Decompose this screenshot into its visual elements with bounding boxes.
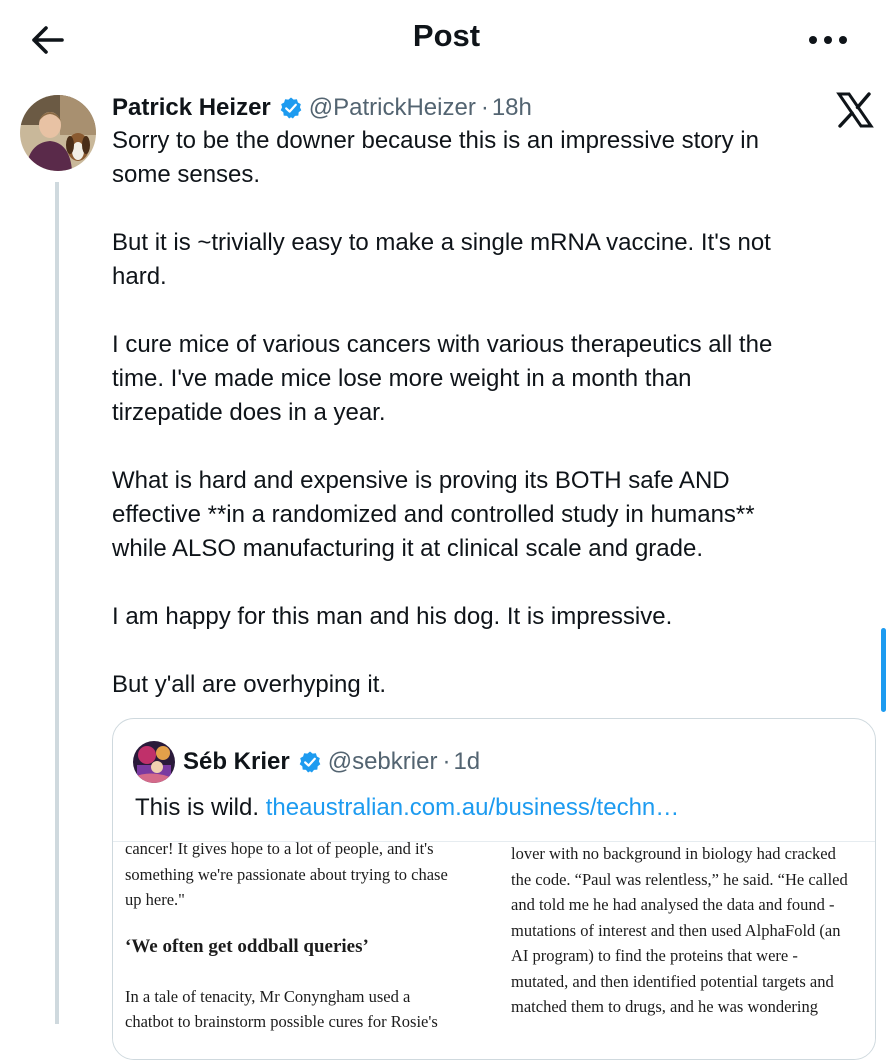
quoted-post-text: This is wild. theaustralian.com.au/busin…: [135, 791, 679, 825]
post-time[interactable]: 18h: [492, 94, 532, 122]
meta-separator: ·: [442, 748, 451, 775]
article-line: something we're passionate about trying …: [125, 864, 448, 884]
article-line: cancer! It gives hope to a lot of people…: [125, 841, 434, 858]
article-screenshot-image[interactable]: cancer! It gives hope to a lot of people…: [113, 841, 875, 1059]
article-column-right: lover with no background in biology had …: [511, 842, 863, 1020]
author-avatar[interactable]: [20, 95, 96, 171]
scrollbar-thumb[interactable]: [881, 628, 886, 712]
quoted-author-avatar[interactable]: [133, 741, 175, 783]
article-line: the code. “Paul was relentless,” he said…: [511, 869, 848, 889]
post-author-line: Patrick Heizer @PatrickHeizer · 18h: [112, 92, 532, 124]
article-line: mutations of interest and then used Alph…: [511, 920, 841, 940]
thread-line: [55, 182, 59, 1024]
article-line: AI program) to find the proteins that we…: [511, 946, 798, 965]
page-title: Post: [412, 18, 481, 53]
article-subheading: ‘We often get oddball queries’: [125, 935, 369, 957]
post-paragraph: Sorry to be the downer because this is a…: [112, 127, 759, 188]
quoted-post-card[interactable]: Séb Krier @sebkrier · 1d This is wild. t…: [112, 718, 876, 1060]
top-bar: Post: [0, 0, 893, 80]
article-line: chatbot to brainstorm possible cures for…: [125, 1012, 438, 1031]
quoted-post-time[interactable]: 1d: [453, 748, 480, 776]
post-paragraph: I am happy for this man and his dog. It …: [112, 603, 673, 630]
quoted-author-line: Séb Krier @sebkrier · 1d: [183, 745, 480, 779]
meta-separator: ·: [480, 94, 489, 121]
verified-badge-icon: [299, 751, 321, 773]
article-line: In a tale of tenacity, Mr Conyngham used…: [125, 986, 411, 1006]
post-paragraph: What is hard and expensive is proving it…: [112, 467, 755, 562]
verified-badge-icon: [280, 97, 302, 119]
post-text: Sorry to be the downer because this is a…: [112, 124, 872, 736]
avatar-photo: [20, 95, 96, 171]
article-line: lover with no background in biology had …: [511, 844, 836, 863]
post-paragraph: But it is ~trivially easy to make a sing…: [112, 229, 771, 290]
article-line: and told me he had analysed the data and…: [511, 895, 835, 914]
post-paragraph: But y'all are overhyping it.: [112, 671, 387, 698]
article-line: matched them to drugs, and he was wonder…: [511, 997, 819, 1016]
article-line: up here.": [125, 890, 185, 909]
author-name[interactable]: Patrick Heizer: [112, 94, 271, 122]
x-logo-icon: [836, 92, 874, 128]
avatar-photo: [133, 741, 175, 783]
more-dots-icon: [809, 36, 847, 44]
article-link[interactable]: theaustralian.com.au/business/techn…: [266, 794, 680, 821]
post-paragraph: I cure mice of various cancers with vari…: [112, 331, 773, 426]
quoted-text: This is wild.: [135, 794, 260, 821]
quoted-author-name[interactable]: Séb Krier: [183, 748, 290, 776]
more-options-button[interactable]: [800, 22, 856, 58]
article-line: mutated, and then identified potential t…: [511, 971, 834, 991]
author-handle[interactable]: @PatrickHeizer: [309, 94, 476, 122]
article-column-left: cancer! It gives hope to a lot of people…: [125, 841, 477, 1035]
quoted-author-handle[interactable]: @sebkrier: [328, 748, 438, 776]
